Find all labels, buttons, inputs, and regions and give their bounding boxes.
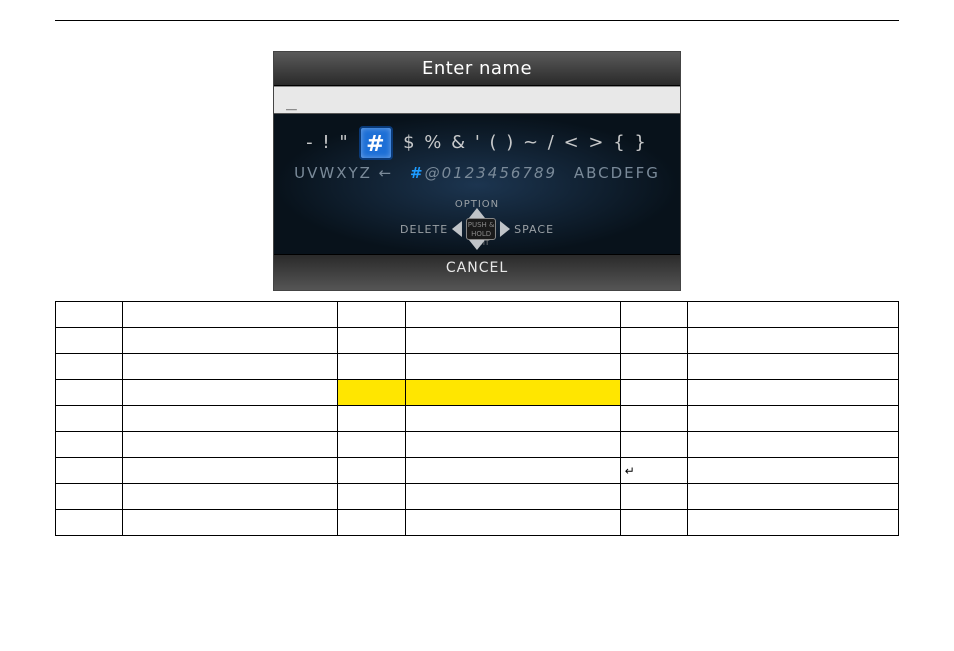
table-cell bbox=[56, 458, 123, 484]
arc-right-letters: ABCDEFG bbox=[574, 164, 660, 182]
table-cell bbox=[620, 380, 687, 406]
chevron-right-icon[interactable] bbox=[500, 221, 510, 237]
table-cell bbox=[688, 458, 899, 484]
table-cell bbox=[688, 510, 899, 536]
dpad-right-label: SPACE bbox=[514, 223, 554, 236]
table-row bbox=[56, 432, 899, 458]
table-cell bbox=[620, 328, 687, 354]
table-cell bbox=[56, 328, 123, 354]
chevron-left-icon[interactable] bbox=[452, 221, 462, 237]
table-cell bbox=[620, 354, 687, 380]
table-cell: ↵ bbox=[620, 458, 687, 484]
table-row: ↵ bbox=[56, 458, 899, 484]
table-header bbox=[56, 302, 123, 328]
dpad-center-button[interactable]: PUSH & HOLD EDIT bbox=[466, 218, 496, 240]
table-cell bbox=[338, 510, 405, 536]
arc-numbers: @0123456789 bbox=[425, 164, 557, 182]
table-row bbox=[56, 328, 899, 354]
chevron-down-icon[interactable] bbox=[469, 240, 485, 250]
table-cell bbox=[56, 484, 123, 510]
table-cell bbox=[405, 354, 620, 380]
table-cell bbox=[688, 380, 899, 406]
table-cell bbox=[123, 510, 338, 536]
symbol-row: - ! " # $ % & ' ( ) ~ / < > { } bbox=[274, 114, 680, 160]
table-cell bbox=[123, 432, 338, 458]
table-cell bbox=[123, 354, 338, 380]
table-cell bbox=[123, 406, 338, 432]
table-cell bbox=[56, 354, 123, 380]
character-arc: UVWXYZ ← #@0123456789 ABCDEFG bbox=[274, 164, 680, 182]
table-header bbox=[338, 302, 405, 328]
screen-title: Enter name bbox=[274, 52, 680, 86]
table-cell bbox=[405, 328, 620, 354]
table-cell bbox=[338, 328, 405, 354]
table-header bbox=[688, 302, 899, 328]
horizontal-rule bbox=[55, 20, 899, 21]
table-cell bbox=[405, 432, 620, 458]
table-cell bbox=[338, 432, 405, 458]
table-cell bbox=[688, 354, 899, 380]
table-cell bbox=[620, 432, 687, 458]
table-cell bbox=[405, 510, 620, 536]
symbols-before: - ! " bbox=[306, 132, 349, 153]
table-cell bbox=[405, 458, 620, 484]
table-cell bbox=[688, 406, 899, 432]
table-cell bbox=[620, 406, 687, 432]
table-cell bbox=[56, 406, 123, 432]
table-cell bbox=[620, 510, 687, 536]
cancel-button[interactable]: CANCEL bbox=[274, 254, 680, 290]
table-cell bbox=[338, 354, 405, 380]
table-cell bbox=[405, 380, 620, 406]
table-cell bbox=[338, 484, 405, 510]
enter-icon: ↵ bbox=[625, 464, 635, 478]
control-table: ↵ bbox=[55, 301, 899, 536]
table-row bbox=[56, 380, 899, 406]
table-cell bbox=[123, 328, 338, 354]
table-cell bbox=[56, 380, 123, 406]
dpad-left-label: DELETE bbox=[400, 223, 448, 236]
arc-hash: # bbox=[410, 164, 425, 182]
chevron-up-icon[interactable] bbox=[469, 208, 485, 218]
table-cell bbox=[620, 484, 687, 510]
table-cell bbox=[123, 458, 338, 484]
device-screen: Enter name _ - ! " # $ % & ' ( ) ~ / < >… bbox=[273, 51, 681, 291]
table-cell bbox=[123, 484, 338, 510]
table-cell bbox=[338, 406, 405, 432]
name-input-field[interactable]: _ bbox=[274, 86, 680, 114]
table-cell bbox=[688, 328, 899, 354]
table-cell bbox=[56, 432, 123, 458]
dpad-hints: OPTION DELETE PUSH & HOLD EDIT SPACE bbox=[400, 199, 554, 250]
selected-character[interactable]: # bbox=[359, 126, 393, 160]
table-cell bbox=[688, 484, 899, 510]
table-header bbox=[405, 302, 620, 328]
table-row bbox=[56, 354, 899, 380]
table-row bbox=[56, 510, 899, 536]
table-row bbox=[56, 406, 899, 432]
table-cell bbox=[338, 380, 405, 406]
table-cell bbox=[405, 484, 620, 510]
dpad-center-top: PUSH & HOLD bbox=[467, 221, 495, 239]
table-header bbox=[123, 302, 338, 328]
symbols-after: $ % & ' ( ) ~ / < > { } bbox=[403, 132, 648, 153]
table-cell bbox=[338, 458, 405, 484]
character-picker: - ! " # $ % & ' ( ) ~ / < > { } UVWXYZ ←… bbox=[274, 114, 680, 256]
table-cell bbox=[56, 510, 123, 536]
table-cell bbox=[123, 380, 338, 406]
table-cell bbox=[405, 406, 620, 432]
arc-left-letters: UVWXYZ ← bbox=[294, 164, 393, 182]
table-header bbox=[620, 302, 687, 328]
table-row bbox=[56, 484, 899, 510]
table-cell bbox=[688, 432, 899, 458]
